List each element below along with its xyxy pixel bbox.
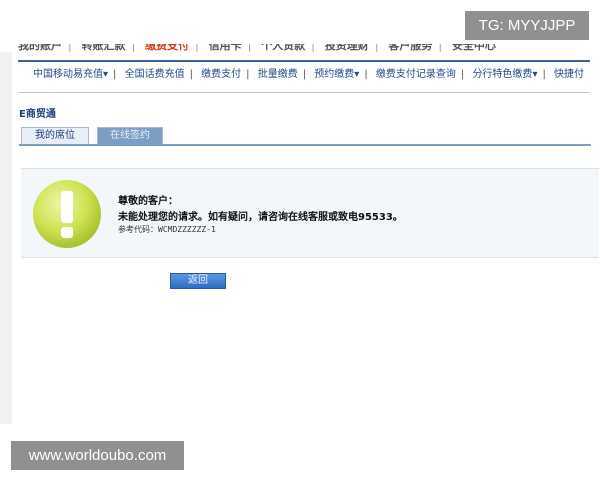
subnav-separator: | <box>246 69 250 80</box>
topnav-item-account[interactable]: 我的账户 <box>12 44 68 53</box>
subnav-separator: | <box>189 69 193 80</box>
topnav-item-payment[interactable]: 缴费支付 <box>139 44 195 53</box>
subnav-item-label: 预约缴费 <box>314 69 355 80</box>
error-message: 未能处理您的请求。如有疑问，请咨询在线客服或致电95533。 <box>118 212 403 223</box>
subnav-separator: | <box>364 69 368 80</box>
reference-code: 参考代码：WCMDZZZZZZ-1 <box>118 225 216 234</box>
left-edge-strip <box>0 52 12 424</box>
tab-my-seat[interactable]: 我的席位 <box>21 127 89 144</box>
subnav-separator: | <box>113 69 117 80</box>
subnav-item-label: 分行特色缴费 <box>472 69 533 80</box>
topnav-item-service[interactable]: 客户服务 <box>382 44 438 53</box>
subnav-item-quick-pay[interactable]: 快捷付 <box>554 66 584 84</box>
subnav-item-branch-payment[interactable]: 分行特色缴费▾ <box>472 66 537 84</box>
top-navigation: 我的账户 | 转账汇款 | 缴费支付 | 信用卡 | 个人贷款 | 投资理财 | 客户服务 |… <box>12 44 600 60</box>
subnav-item-payment-records[interactable]: 缴费支付记录查询 <box>376 66 456 84</box>
topnav-separator: | <box>311 44 315 52</box>
watermark-label: www.worldoubo.com <box>11 441 184 470</box>
topnav-item-transfer[interactable]: 转账汇款 <box>76 44 132 53</box>
section-title: E商贸通 <box>19 109 56 120</box>
topnav-separator: | <box>131 44 136 52</box>
subnav-separator: | <box>302 69 307 80</box>
topnav-separator: | <box>438 44 443 52</box>
topnav-divider <box>18 60 590 62</box>
topnav-item-credit-card[interactable]: 信用卡 <box>203 44 248 53</box>
subnav-separator: | <box>460 69 465 80</box>
warning-icon <box>33 180 101 248</box>
topnav-item-loans[interactable]: 个人贷款 <box>255 44 311 53</box>
message-greeting: 尊敬的客户： <box>118 196 178 207</box>
topnav-separator: | <box>68 44 72 52</box>
sub-navigation: 中国移动易充值▾ | 全国话费充值 | 缴费支付 | 批量缴费 | 预约缴费▾ | 缴费支… <box>33 66 584 84</box>
topnav-separator: | <box>374 44 379 52</box>
subnav-item-mobile-recharge[interactable]: 中国移动易充值▾ <box>33 66 108 84</box>
subnav-divider <box>18 92 590 93</box>
subnav-item-bill-payment[interactable]: 缴费支付 <box>201 66 241 84</box>
topnav-item-security[interactable]: 安全中心 <box>446 44 502 53</box>
subnav-item-label: 中国移动易充值 <box>33 69 103 80</box>
tab-bar-divider <box>19 144 591 146</box>
topnav-separator: | <box>195 44 199 52</box>
back-button[interactable]: 返回 <box>170 273 226 289</box>
subnav-item-batch-payment[interactable]: 批量缴费 <box>258 66 298 84</box>
tab-online-signing[interactable]: 在线签约 <box>97 127 163 144</box>
subnav-separator: | <box>542 69 546 80</box>
topnav-item-investment[interactable]: 投资理财 <box>319 44 375 53</box>
tg-badge: TG: MYYJJPP <box>465 11 589 40</box>
subnav-item-scheduled-payment[interactable]: 预约缴费▾ <box>314 66 359 84</box>
subnav-item-phone-recharge[interactable]: 全国话费充值 <box>125 66 185 84</box>
topnav-separator: | <box>247 44 252 52</box>
